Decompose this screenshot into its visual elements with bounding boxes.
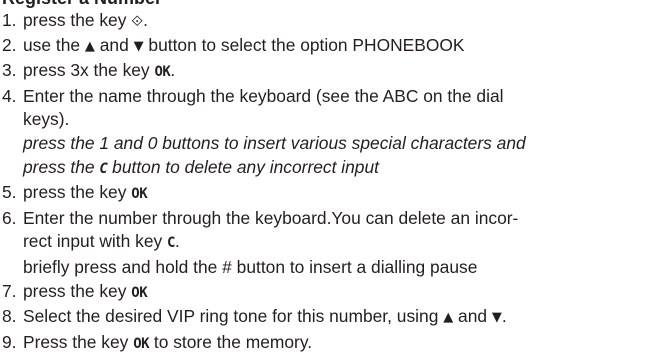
step-text-part: press the key	[23, 280, 132, 301]
step-4: 4. Enter the name through the keyboard (…	[0, 85, 649, 181]
step-note-line: press the C button to delete any incorre…	[23, 156, 649, 182]
step-text-part: and	[453, 306, 492, 327]
menu-key-icon: ⟐	[131, 12, 144, 30]
step-2: 2. use the ▲ and ▼ button to select the …	[0, 34, 649, 60]
step-text-part: press the key	[23, 10, 132, 30]
step-1: 1. press the key ⟐.	[0, 9, 649, 34]
step-text-part: press the key	[23, 182, 132, 203]
step-text-part: and	[94, 34, 134, 55]
step-text-line: rect input with key C.	[23, 230, 649, 256]
step-note-line: press the 1 and 0 buttons to insert vari…	[23, 132, 526, 153]
step-text: Select the desired VIP ring tone for thi…	[23, 305, 649, 331]
ok-key-label: OK	[154, 64, 171, 81]
step-number: 6.	[2, 207, 17, 228]
step-text-part: button to select the option PHONEBOOK	[143, 34, 465, 55]
ok-key-label: OK	[133, 335, 150, 352]
step-text-line: briefly press and hold the # button to i…	[23, 256, 478, 277]
step-text: use the ▲ and ▼ button to select the opt…	[23, 34, 649, 60]
ok-key-label: OK	[131, 186, 148, 203]
up-arrow-icon: ▲	[84, 38, 95, 54]
step-text: press 3x the key OK.	[23, 59, 649, 85]
step-text: press the key OK	[23, 181, 649, 207]
step-3: 3. press 3x the key OK.	[0, 59, 649, 85]
step-text-part: press the	[23, 156, 100, 177]
step-text-line: Enter the name through the keyboard (see…	[23, 85, 504, 106]
down-arrow-icon: ▼	[133, 38, 144, 54]
step-number: 1.	[2, 10, 17, 30]
step-7: 7. press the key OK	[0, 280, 649, 306]
step-6: 6. Enter the number through the keyboard…	[0, 207, 649, 280]
step-text-part: Select the desired VIP ring tone for thi…	[23, 306, 444, 327]
step-text-part: .	[501, 306, 507, 327]
step-text-part: to store the memory.	[149, 331, 313, 352]
step-number: 2.	[2, 34, 17, 55]
step-text: Press the key OK to store the memory.	[23, 331, 649, 357]
step-number: 9.	[2, 331, 17, 352]
step-text-part: .	[143, 10, 148, 30]
step-text: press the key ⟐.	[23, 9, 649, 34]
step-8: 8. Select the desired VIP ring tone for …	[0, 305, 649, 331]
step-number: 4.	[2, 85, 17, 106]
step-number: 7.	[2, 280, 17, 301]
instruction-document: Register a Number 1. press the key ⟐. 2.…	[0, 0, 649, 356]
step-text-part: press 3x the key	[23, 60, 155, 81]
step-text-line: Enter the number through the keyboard.Yo…	[23, 207, 519, 228]
step-number: 8.	[2, 306, 17, 327]
step-number: 3.	[2, 60, 17, 81]
step-text: press the key OK	[23, 280, 649, 306]
step-text-part: button to delete any incorrect input	[107, 156, 379, 177]
step-number: 5.	[2, 182, 17, 203]
c-key-label: C	[167, 235, 175, 252]
step-text-line: keys).	[23, 109, 70, 130]
section-heading: Register a Number	[0, 0, 649, 9]
down-arrow-icon: ▼	[491, 310, 502, 326]
steps-list: 1. press the key ⟐. 2. use the ▲ and ▼ b…	[0, 9, 649, 356]
step-text-part: .	[174, 231, 180, 252]
step-text-part: use the	[23, 34, 85, 55]
step-text-part: rect input with key	[23, 231, 168, 252]
step-text-part: .	[170, 60, 176, 81]
step-9: 9. Press the key OK to store the memory.	[0, 331, 649, 357]
ok-key-label: OK	[131, 284, 148, 301]
step-text-part: Press the key	[23, 331, 134, 352]
step-5: 5. press the key OK	[0, 181, 649, 207]
up-arrow-icon: ▲	[443, 310, 454, 326]
